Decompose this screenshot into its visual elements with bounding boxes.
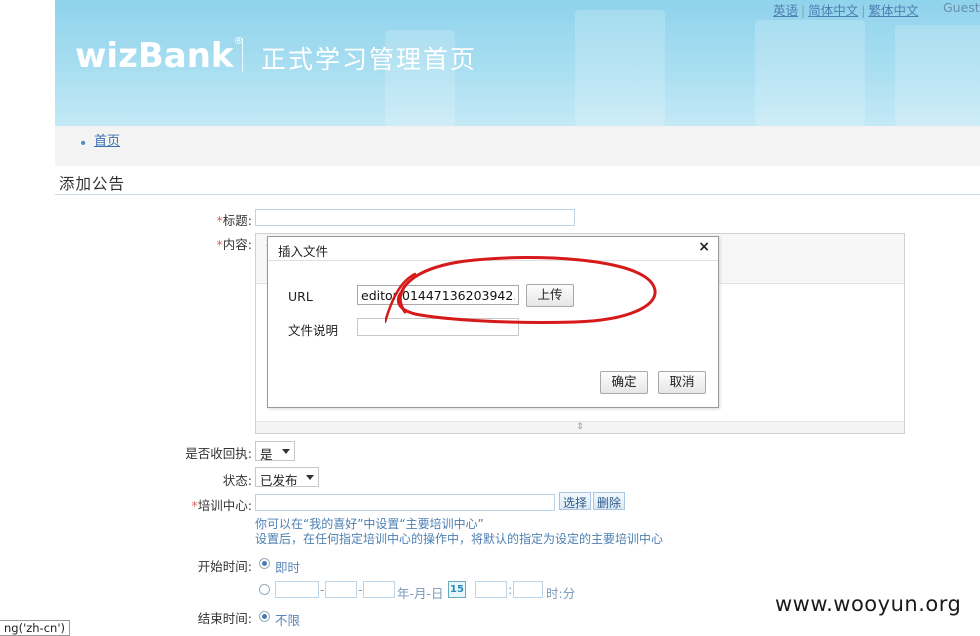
receipt-select[interactable]: 是 xyxy=(255,441,295,462)
upload-button[interactable]: 上传 xyxy=(526,284,574,307)
file-description-label: 文件说明 xyxy=(288,323,339,338)
end-unlimited-radio[interactable] xyxy=(259,611,270,622)
calendar-icon[interactable]: 15 xyxy=(448,581,466,598)
title-label: *标题: xyxy=(216,213,252,228)
header-banner: wizBank® 正式学习管理首页 英语 | 简体中文 | 繁体中文 Guest xyxy=(55,0,980,126)
breadcrumb: • 首页 xyxy=(55,126,980,166)
language-bar: 英语 | 简体中文 | 繁体中文 xyxy=(773,0,918,19)
lang-traditional-link[interactable]: 繁体中文 xyxy=(868,3,918,18)
content-label: *内容: xyxy=(216,237,252,252)
insert-file-dialog: 插入文件 × URL 上传 文件说明 确定 取消 xyxy=(267,236,719,408)
delete-center-button[interactable]: 删除 xyxy=(593,492,626,510)
start-immediate-label: 即时 xyxy=(275,560,301,575)
title-divider xyxy=(55,194,980,195)
center-hint-line2: 设置后，在任何指定培训中心的操作中，将默认的指定为设定的主要培训中心 xyxy=(255,532,664,546)
date-format-label: 年-月-日 xyxy=(397,586,444,601)
center-input[interactable] xyxy=(255,494,555,511)
lang-english-link[interactable]: 英语 xyxy=(773,3,798,18)
status-label: 状态: xyxy=(222,473,252,488)
banner-decoration xyxy=(575,10,665,126)
banner-decoration xyxy=(755,20,865,126)
logo-divider xyxy=(242,38,243,72)
date-dash: - xyxy=(358,582,363,597)
start-immediate-radio[interactable] xyxy=(259,558,270,569)
breadcrumb-home-link[interactable]: 首页 xyxy=(94,130,120,149)
center-label: *培训中心: xyxy=(191,498,252,513)
status-select[interactable]: 已发布 xyxy=(255,467,319,488)
url-input[interactable] xyxy=(357,285,519,305)
start-day-input[interactable] xyxy=(363,581,395,598)
date-dash: - xyxy=(320,582,325,597)
time-colon: : xyxy=(508,582,513,597)
bullet-icon: • xyxy=(79,136,88,152)
watermark: www.wooyun.org xyxy=(775,592,962,616)
lang-separator: | xyxy=(861,3,866,18)
start-minute-input[interactable] xyxy=(513,581,543,598)
left-margin xyxy=(0,0,55,634)
start-time-label: 开始时间: xyxy=(197,559,252,574)
select-center-button[interactable]: 选择 xyxy=(559,492,592,510)
lang-simplified-link[interactable]: 简体中文 xyxy=(808,3,858,18)
file-description-input[interactable] xyxy=(357,318,519,336)
title-input[interactable] xyxy=(255,209,575,226)
close-icon[interactable]: × xyxy=(698,239,710,255)
chevron-down-icon xyxy=(282,449,290,454)
dialog-title: 插入文件 xyxy=(278,244,329,259)
logo[interactable]: wizBank® xyxy=(75,36,244,76)
center-hint-line1: 你可以在“我的喜好”中设置“主要培训中心” xyxy=(255,517,484,531)
url-label: URL xyxy=(288,289,313,304)
start-month-input[interactable] xyxy=(325,581,357,598)
resize-grip-icon[interactable]: ⇕ xyxy=(256,421,904,433)
dialog-header: 插入文件 × xyxy=(268,237,718,261)
guest-label: Guest xyxy=(943,0,980,15)
end-time-label: 结束时间: xyxy=(197,611,252,626)
ok-button[interactable]: 确定 xyxy=(600,371,648,394)
time-format-label: 时:分 xyxy=(546,586,576,601)
cancel-button[interactable]: 取消 xyxy=(658,371,706,394)
banner-decoration xyxy=(895,25,980,126)
site-title: 正式学习管理首页 xyxy=(261,45,478,74)
start-hour-input[interactable] xyxy=(475,581,507,598)
lang-separator: | xyxy=(801,3,806,18)
receipt-label: 是否收回执: xyxy=(185,446,252,461)
start-custom-radio[interactable] xyxy=(259,584,270,595)
start-year-input[interactable] xyxy=(275,581,319,598)
chevron-down-icon xyxy=(306,475,314,480)
end-unlimited-label: 不限 xyxy=(275,613,301,628)
page-title: 添加公告 xyxy=(59,175,126,193)
